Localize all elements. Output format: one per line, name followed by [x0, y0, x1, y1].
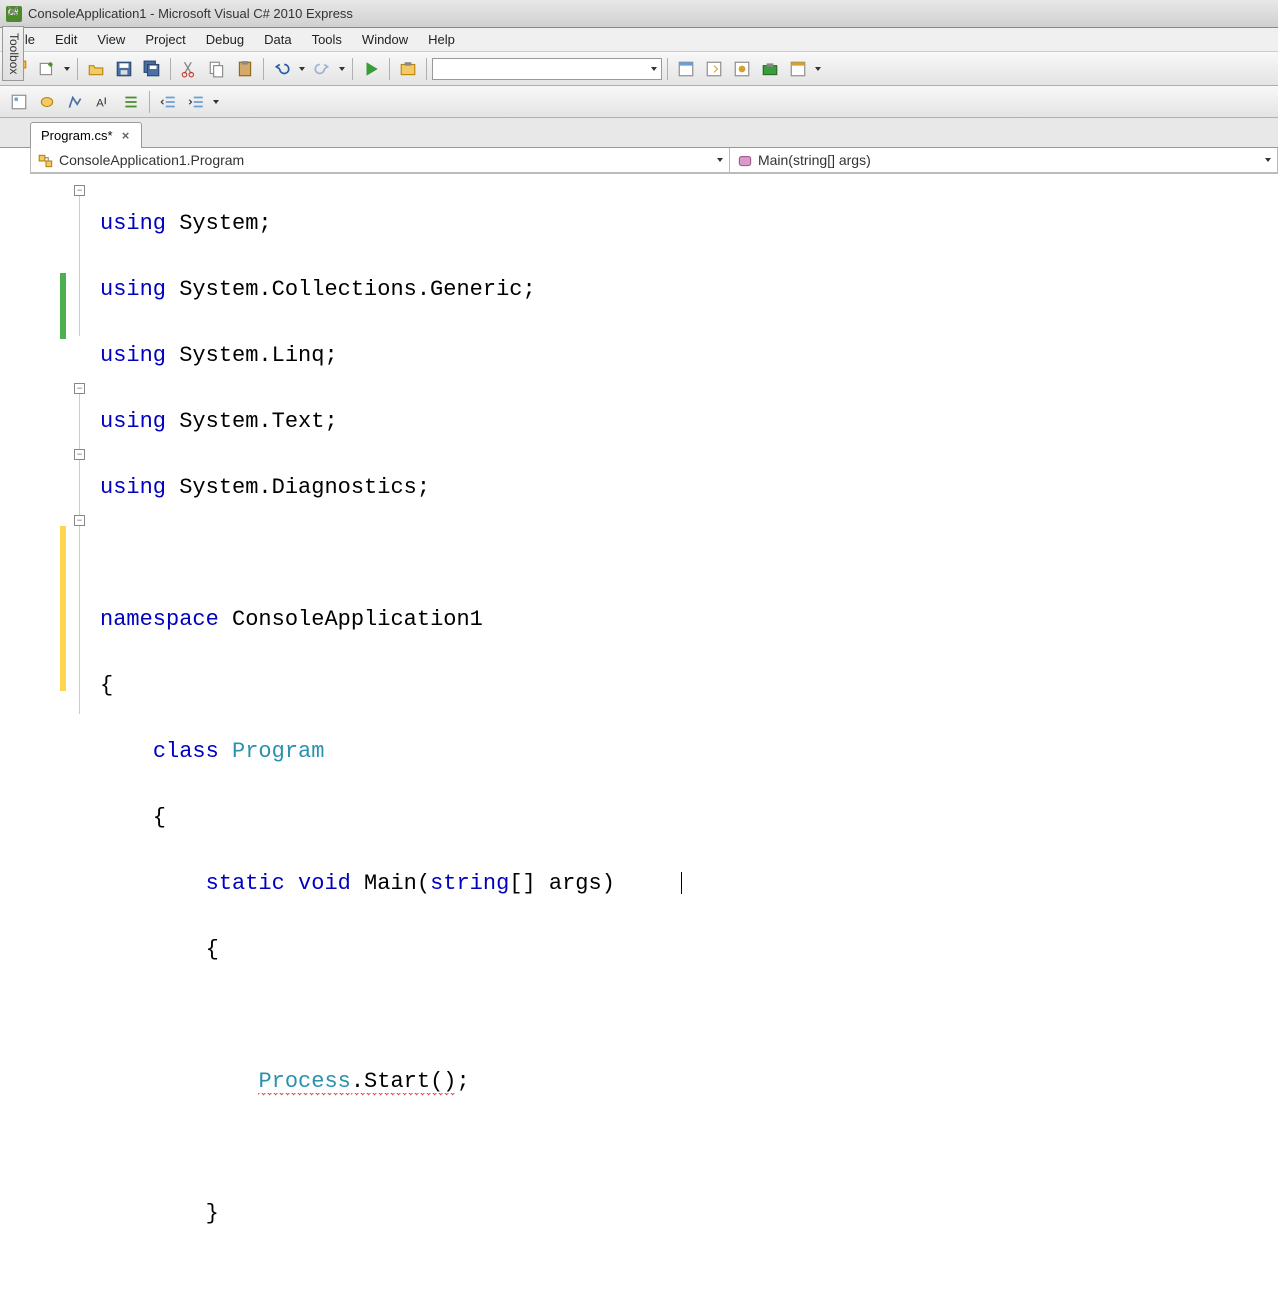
change-marker-unsaved: [60, 526, 66, 691]
start-page-button[interactable]: [785, 56, 811, 82]
class-selector[interactable]: ConsoleApplication1.Program: [30, 148, 730, 173]
toolbox-tab[interactable]: Toolbox: [2, 26, 24, 81]
copy-button[interactable]: [204, 56, 230, 82]
window-title: ConsoleApplication1 - Microsoft Visual C…: [28, 6, 353, 21]
fold-toggle[interactable]: −: [74, 185, 85, 196]
menu-project[interactable]: Project: [135, 29, 195, 50]
document-tab-strip: Program.cs* ×: [0, 118, 1278, 148]
method-icon: [736, 152, 752, 168]
find-combo[interactable]: [432, 58, 662, 80]
member-selector-label: Main(string[] args): [758, 152, 871, 168]
text-toolbar-overflow[interactable]: [211, 89, 221, 115]
menu-view[interactable]: View: [87, 29, 135, 50]
display-param-button[interactable]: [34, 89, 60, 115]
redo-dropdown[interactable]: [337, 56, 347, 82]
increase-indent-button[interactable]: [183, 89, 209, 115]
solution-explorer-button[interactable]: [673, 56, 699, 82]
navigation-bar: ConsoleApplication1.Program Main(string[…: [30, 148, 1278, 174]
properties-button[interactable]: [701, 56, 727, 82]
decrease-indent-button[interactable]: [155, 89, 181, 115]
display-quick-button[interactable]: [62, 89, 88, 115]
fold-toggle[interactable]: −: [74, 515, 85, 526]
extension-manager-button[interactable]: [395, 56, 421, 82]
title-bar: ConsoleApplication1 - Microsoft Visual C…: [0, 0, 1278, 28]
member-selector[interactable]: Main(string[] args): [730, 148, 1278, 173]
object-browser-button[interactable]: [729, 56, 755, 82]
menu-help[interactable]: Help: [418, 29, 465, 50]
cut-button[interactable]: [176, 56, 202, 82]
code-text-area[interactable]: using System; using System.Collections.G…: [90, 174, 1278, 720]
open-button[interactable]: [83, 56, 109, 82]
text-editor-toolbar: A: [0, 86, 1278, 118]
menu-data[interactable]: Data: [254, 29, 301, 50]
class-icon: [37, 152, 53, 168]
class-selector-label: ConsoleApplication1.Program: [59, 152, 244, 168]
display-word-button[interactable]: A: [90, 89, 116, 115]
code-editor[interactable]: − − − − using System; using System.Colle…: [30, 174, 1278, 720]
comment-button[interactable]: [118, 89, 144, 115]
fold-toggle[interactable]: −: [74, 449, 85, 460]
toolbar-overflow[interactable]: [813, 56, 823, 82]
main-toolbar: [0, 52, 1278, 86]
document-tab[interactable]: Program.cs* ×: [30, 122, 142, 148]
toolbox-panel: Toolbox: [0, 0, 26, 100]
text-cursor: [681, 872, 682, 894]
start-debug-button[interactable]: [358, 56, 384, 82]
save-all-button[interactable]: [139, 56, 165, 82]
add-item-dropdown[interactable]: [62, 56, 72, 82]
redo-button[interactable]: [309, 56, 335, 82]
menu-window[interactable]: Window: [352, 29, 418, 50]
menu-edit[interactable]: Edit: [45, 29, 87, 50]
close-tab-button[interactable]: ×: [119, 129, 133, 143]
menu-tools[interactable]: Tools: [302, 29, 352, 50]
toolbox-pin-icon[interactable]: [4, 2, 22, 20]
change-marker-saved: [60, 273, 66, 339]
fold-toggle[interactable]: −: [74, 383, 85, 394]
menu-bar: File Edit View Project Debug Data Tools …: [0, 28, 1278, 52]
document-tab-label: Program.cs*: [41, 128, 113, 143]
undo-dropdown[interactable]: [297, 56, 307, 82]
menu-debug[interactable]: Debug: [196, 29, 254, 50]
editor-gutter: − − − −: [30, 174, 90, 720]
toolbox-button[interactable]: [757, 56, 783, 82]
undo-button[interactable]: [269, 56, 295, 82]
save-button[interactable]: [111, 56, 137, 82]
add-item-button[interactable]: [34, 56, 60, 82]
svg-text:A: A: [96, 97, 104, 109]
paste-button[interactable]: [232, 56, 258, 82]
